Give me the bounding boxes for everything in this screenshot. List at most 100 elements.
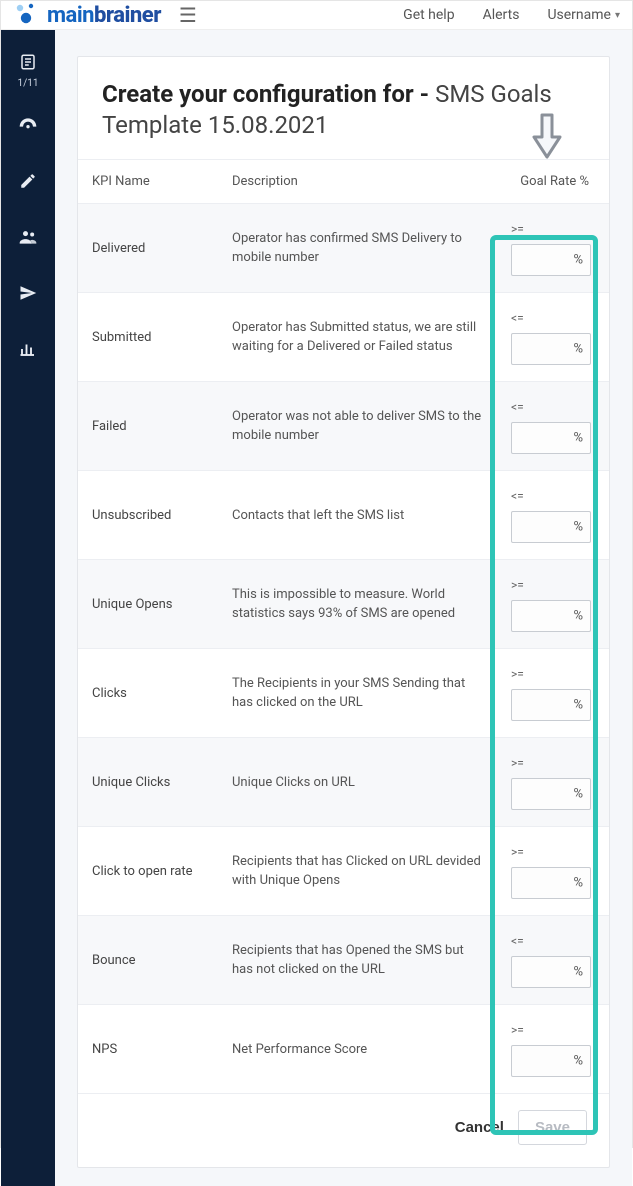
table-row: UnsubscribedContacts that left the SMS l… <box>78 471 609 560</box>
sidebar-item-send[interactable] <box>11 278 45 312</box>
kpi-desc-cell: The Recipients in your SMS Sending that … <box>218 649 497 738</box>
table-row: SubmittedOperator has Submitted status, … <box>78 293 609 382</box>
kpi-name-cell: Failed <box>78 382 218 471</box>
brand-text: mainbrainer <box>47 3 161 28</box>
kpi-desc-cell: Operator has Submitted status, we are st… <box>218 293 497 382</box>
table-row: BounceRecipients that has Opened the SMS… <box>78 916 609 1005</box>
brand-main: main <box>47 3 94 28</box>
table-row: NPSNet Performance Score>=% <box>78 1005 609 1094</box>
menu-toggle-icon[interactable]: ☰ <box>179 3 197 27</box>
user-menu[interactable]: Username ▾ <box>547 7 620 23</box>
kpi-table: KPI Name Description Goal Rate % Deliver… <box>78 159 609 1094</box>
card-footer: Cancel Save <box>78 1094 609 1167</box>
goal-rate-input[interactable] <box>511 1045 591 1077</box>
comparison-operator: >= <box>511 220 591 238</box>
rate-input-wrap: % <box>511 778 591 810</box>
alerts-link[interactable]: Alerts <box>483 7 520 23</box>
rate-input-wrap: % <box>511 867 591 899</box>
kpi-name-cell: Submitted <box>78 293 218 382</box>
document-icon <box>19 53 37 76</box>
save-button[interactable]: Save <box>518 1110 587 1145</box>
table-row: ClicksThe Recipients in your SMS Sending… <box>78 649 609 738</box>
goal-rate-cell: <=% <box>497 471 609 560</box>
kpi-desc-cell: Recipients that has Opened the SMS but h… <box>218 916 497 1005</box>
goal-rate-input[interactable] <box>511 600 591 632</box>
comparison-operator: >= <box>511 843 591 861</box>
kpi-name-cell: Unique Clicks <box>78 738 218 827</box>
col-kpi: KPI Name <box>78 160 218 204</box>
main: 1/11 <box>1 30 632 1186</box>
col-goal: Goal Rate % <box>497 160 609 204</box>
rate-input-wrap: % <box>511 511 591 543</box>
rate-input-wrap: % <box>511 422 591 454</box>
kpi-desc-cell: Recipients that has Clicked on URL devid… <box>218 827 497 916</box>
goal-rate-cell: >=% <box>497 204 609 293</box>
kpi-name-cell: Delivered <box>78 204 218 293</box>
goal-rate-input[interactable] <box>511 422 591 454</box>
comparison-operator: <= <box>511 398 591 416</box>
kpi-name-cell: Click to open rate <box>78 827 218 916</box>
rate-input-wrap: % <box>511 956 591 988</box>
card-header: Create your configuration for - SMS Goal… <box>78 57 609 159</box>
goal-rate-cell: <=% <box>497 916 609 1005</box>
sidebar-item-counter[interactable]: 1/11 <box>11 54 45 88</box>
sidebar-item-dashboard[interactable] <box>11 110 45 144</box>
config-card: Create your configuration for - SMS Goal… <box>77 56 610 1168</box>
brand-logo[interactable]: mainbrainer <box>13 1 161 29</box>
comparison-operator: >= <box>511 754 591 772</box>
get-help-link[interactable]: Get help <box>403 7 454 23</box>
rate-input-wrap: % <box>511 1045 591 1077</box>
goal-rate-input[interactable] <box>511 778 591 810</box>
kpi-desc-cell: Net Performance Score <box>218 1005 497 1094</box>
content: Create your configuration for - SMS Goal… <box>55 30 632 1186</box>
people-icon <box>18 227 38 252</box>
page-title: Create your configuration for - SMS Goal… <box>102 79 585 141</box>
table-row: Unique ClicksUnique Clicks on URL>=% <box>78 738 609 827</box>
col-desc: Description <box>218 160 497 204</box>
goal-rate-input[interactable] <box>511 867 591 899</box>
rate-input-wrap: % <box>511 600 591 632</box>
table-row: Unique OpensThis is impossible to measur… <box>78 560 609 649</box>
rate-input-wrap: % <box>511 244 591 276</box>
comparison-operator: >= <box>511 576 591 594</box>
goal-rate-cell: >=% <box>497 1005 609 1094</box>
goal-rate-input[interactable] <box>511 244 591 276</box>
comparison-operator: >= <box>511 1021 591 1039</box>
chevron-down-icon: ▾ <box>615 10 620 21</box>
sidebar-counter-label: 1/11 <box>18 78 39 89</box>
cancel-button[interactable]: Cancel <box>455 1119 504 1136</box>
table-row: Click to open rateRecipients that has Cl… <box>78 827 609 916</box>
table-row: DeliveredOperator has confirmed SMS Deli… <box>78 204 609 293</box>
topbar: mainbrainer ☰ Get help Alerts Username ▾ <box>1 1 632 30</box>
goal-rate-cell: >=% <box>497 649 609 738</box>
kpi-name-cell: Clicks <box>78 649 218 738</box>
table-header-row: KPI Name Description Goal Rate % <box>78 160 609 204</box>
goal-rate-cell: <=% <box>497 382 609 471</box>
bar-chart-icon <box>19 340 37 363</box>
comparison-operator: <= <box>511 487 591 505</box>
kpi-desc-cell: Operator has confirmed SMS Delivery to m… <box>218 204 497 293</box>
sidebar: 1/11 <box>1 30 55 1186</box>
title-prefix: Create your configuration for - <box>102 80 435 108</box>
table-row: FailedOperator was not able to deliver S… <box>78 382 609 471</box>
comparison-operator: >= <box>511 665 591 683</box>
goal-rate-input[interactable] <box>511 689 591 721</box>
paper-plane-icon <box>19 284 37 307</box>
goal-rate-cell: <=% <box>497 293 609 382</box>
goal-rate-cell: >=% <box>497 560 609 649</box>
kpi-name-cell: Bounce <box>78 916 218 1005</box>
kpi-name-cell: Unsubscribed <box>78 471 218 560</box>
sidebar-item-contacts[interactable] <box>11 222 45 256</box>
sidebar-item-reports[interactable] <box>11 334 45 368</box>
goal-rate-input[interactable] <box>511 333 591 365</box>
rate-input-wrap: % <box>511 333 591 365</box>
comparison-operator: <= <box>511 932 591 950</box>
topbar-links: Get help Alerts Username ▾ <box>403 7 620 23</box>
goal-rate-input[interactable] <box>511 511 591 543</box>
sidebar-item-edit[interactable] <box>11 166 45 200</box>
kpi-desc-cell: Contacts that left the SMS list <box>218 471 497 560</box>
rate-input-wrap: % <box>511 689 591 721</box>
goal-rate-input[interactable] <box>511 956 591 988</box>
goal-rate-cell: >=% <box>497 738 609 827</box>
brand-accent: brainer <box>94 3 161 28</box>
